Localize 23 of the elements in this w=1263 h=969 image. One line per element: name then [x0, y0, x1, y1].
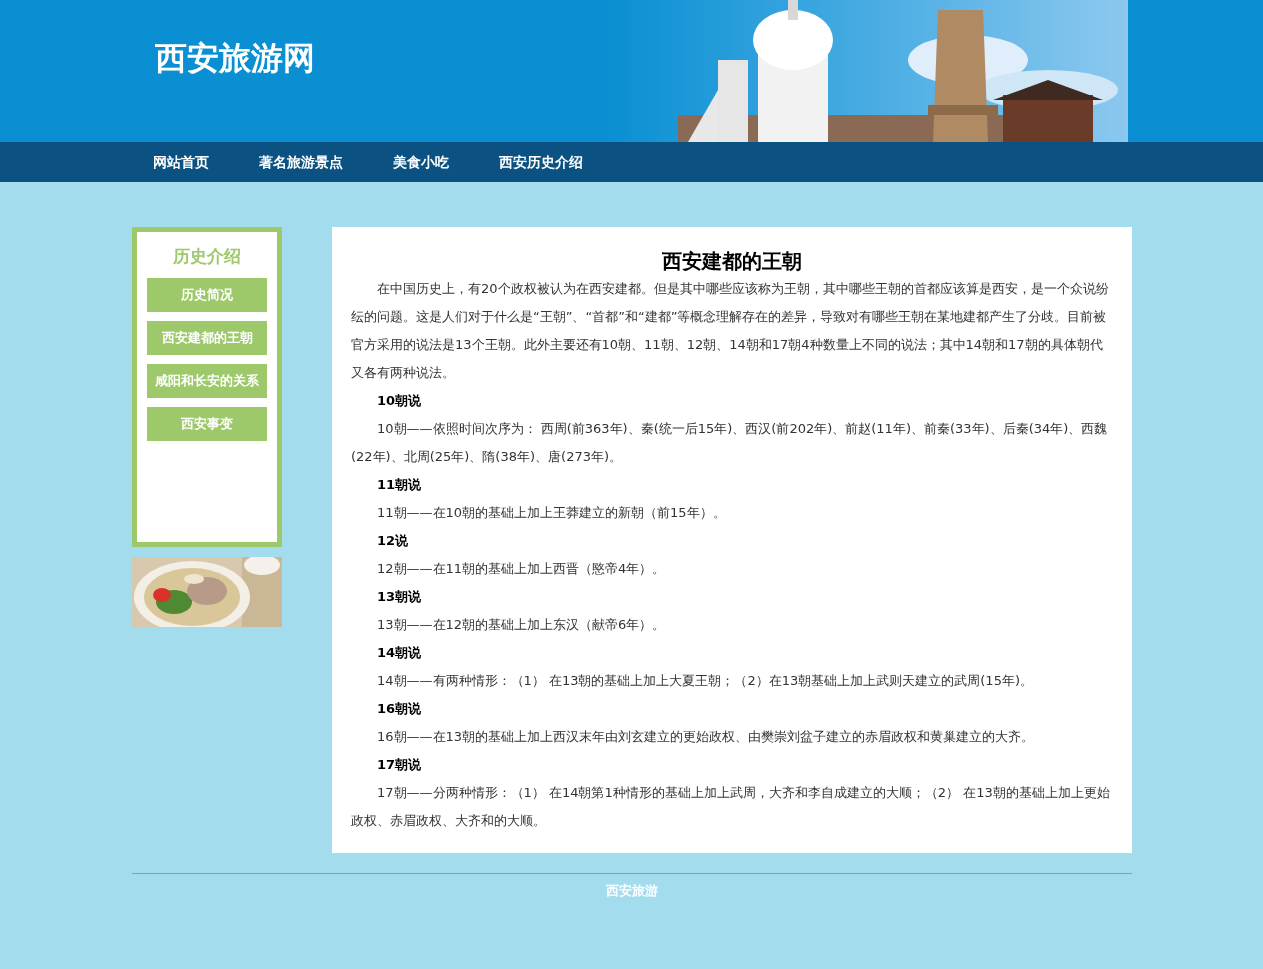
section-heading: 16朝说 — [376, 700, 423, 718]
paragraph: 13朝——在12朝的基础上加上东汉（献帝6年）。 — [376, 616, 667, 634]
section-heading: 12说 — [376, 532, 410, 550]
section-heading: 17朝说 — [376, 756, 423, 774]
nav-link[interactable]: 美食小吃 — [393, 151, 449, 173]
paragraph: 16朝——在13朝的基础上加上西汉末年由刘玄建立的更始政权、由樊崇刘盆子建立的赤眉政权和黄巢建立的大齐。 — [376, 728, 1036, 746]
section-heading: 11朝说 — [376, 476, 423, 494]
article-title: 西安建都的王朝 — [662, 248, 802, 275]
paragraph: 11朝——在10朝的基础上加上王莽建立的新朝（前15年）。 — [376, 504, 727, 522]
footer-text: 西安旅游 — [606, 882, 658, 900]
paragraph: 17朝——分两种情形：（1） 在14朝第1种情形的基础上加上武周，大齐和李自成建立的大顺；（2） 在13朝的基础上加上更始政权、赤眉政权、大齐和的大顺。 — [351, 784, 1111, 830]
site-logo: 西安旅游网 — [155, 39, 315, 77]
paragraph: 12朝——在11朝的基础上加上西晋（愍帝4年）。 — [376, 560, 667, 578]
section-heading: 10朝说 — [376, 392, 423, 410]
paragraph: 10朝——依照时间次序为： 西周(前363年)、秦(统一后15年)、西汉(前202年)、前赵(11年)、前秦(33年)、后秦(34年)、西魏(22年)、北周(25年)、隋(38年)、唐(273年)。 — [351, 420, 1109, 466]
paragraph: 14朝——有两种情形：（1） 在13朝的基础上加上大夏王朝；（2）在13朝基础上加上武则天建立的武周(15年)。 — [376, 672, 1034, 690]
paragraph: 在中国历史上，有20个政权被认为在西安建都。但是其中哪些应该称为王朝，其中哪些王朝的首都应该算是西安，是一个众说纷纭的问题。这是人们对于什么是“王朝”、“首都”和“建都”等概念理解存在的差异，导致对有哪些王朝在某地建都产生了分歧。目前被官方采用的说法是13个王朝。此外主要还有10朝、11朝、12朝、14朝和17朝4种数量上不同的说法；其中14朝和17朝的具体朝代又各有两种说法。 — [351, 280, 1110, 382]
section-heading: 14朝说 — [376, 644, 423, 662]
sidebar-title: 历史介绍 — [173, 245, 241, 268]
nav-link[interactable]: 网站首页 — [153, 151, 209, 173]
section-heading: 13朝说 — [376, 588, 423, 606]
nav-link[interactable]: 西安历史介绍 — [499, 151, 583, 173]
nav-link[interactable]: 著名旅游景点 — [259, 151, 343, 173]
